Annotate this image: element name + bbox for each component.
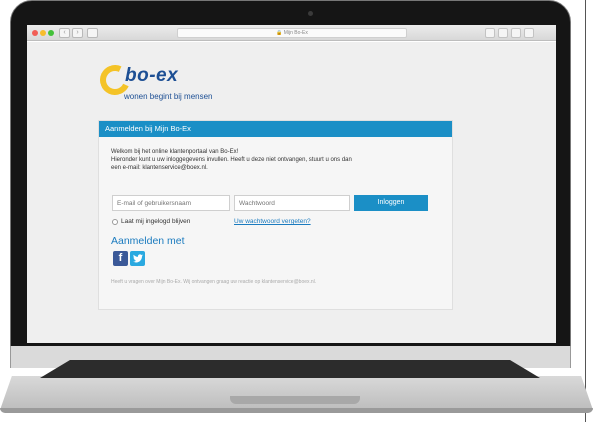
social-login-title: Aanmelden met <box>111 235 185 247</box>
intro-line-1: Welkom bij het online klantenportaal van… <box>111 149 239 155</box>
intro-line-2: Hieronder kunt u uw inloggegevens invull… <box>111 157 352 164</box>
tabs-icon[interactable] <box>511 28 521 38</box>
footer-note: Heeft u vragen over Mijn Bo-Ex. Wij ontv… <box>111 279 317 285</box>
download-icon[interactable] <box>485 28 495 38</box>
facebook-glyph: f <box>118 252 123 264</box>
minimize-window-button[interactable] <box>40 30 46 36</box>
maximize-window-button[interactable] <box>48 30 54 36</box>
browser-toolbar: ‹ › 🔒 Mijn Bo-Ex <box>27 25 556 41</box>
webpage: bo-ex wonen begint bij mensen Aanmelden … <box>27 42 556 343</box>
laptop-keyboard <box>40 360 540 378</box>
laptop-lid-notch <box>230 396 360 404</box>
laptop-bottom-edge <box>0 408 593 413</box>
email-field[interactable] <box>112 195 230 211</box>
logo-name: bo-ex <box>125 65 179 86</box>
forgot-password-link[interactable]: Uw wachtwoord vergeten? <box>234 218 311 225</box>
close-window-button[interactable] <box>32 30 38 36</box>
lock-icon: 🔒 <box>276 30 283 36</box>
back-button[interactable]: ‹ <box>59 28 70 38</box>
frame-border <box>585 0 586 422</box>
login-panel: Aanmelden bij Mijn Bo-Ex Welkom bij het … <box>98 120 453 310</box>
remember-me[interactable]: Laat mij ingelogd blijven <box>112 218 190 225</box>
remember-me-label: Laat mij ingelogd blijven <box>121 218 191 225</box>
remember-me-checkbox[interactable] <box>112 218 118 225</box>
password-field[interactable] <box>234 195 350 211</box>
laptop-base <box>0 376 593 410</box>
new-tab-icon[interactable] <box>524 28 534 38</box>
facebook-icon[interactable]: f <box>113 251 128 266</box>
address-bar[interactable]: 🔒 Mijn Bo-Ex <box>177 28 407 38</box>
share-icon[interactable] <box>498 28 508 38</box>
laptop-screen: ‹ › 🔒 Mijn Bo-Ex bo-ex wonen begint bij … <box>27 25 556 343</box>
intro-line-3: een e-mail: klantenservice@boex.nl. <box>111 165 208 172</box>
twitter-bird-icon <box>132 254 143 263</box>
forward-button[interactable]: › <box>72 28 83 38</box>
sidebar-icon[interactable] <box>87 28 98 38</box>
logo-tagline: wonen begint bij mensen <box>124 92 213 101</box>
address-bar-text: Mijn Bo-Ex <box>283 30 308 36</box>
login-panel-title: Aanmelden bij Mijn Bo-Ex <box>99 121 452 137</box>
intro-text: Welkom bij het online klantenportaal van… <box>111 148 446 173</box>
camera-icon <box>308 11 313 16</box>
twitter-icon[interactable] <box>130 251 145 266</box>
login-button[interactable]: Inloggen <box>354 195 428 211</box>
